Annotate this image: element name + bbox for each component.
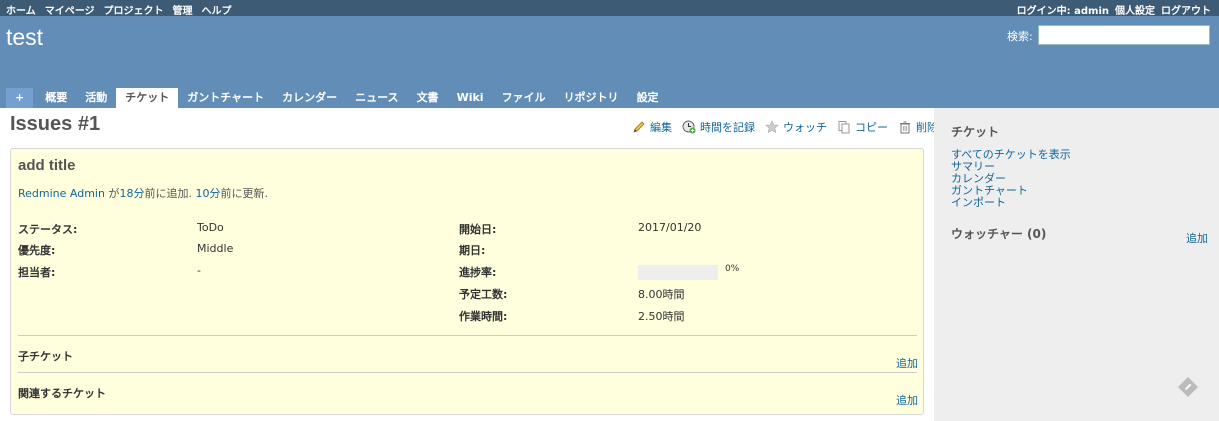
spent-time-link[interactable]: 2.50時間 (638, 308, 685, 324)
done-ratio-label: 進捗率: (459, 266, 497, 279)
tab-calendar[interactable]: カレンダー (273, 88, 346, 108)
contextual-actions: 編集 時間を記録 ウォッチ コピー 削除 (632, 119, 938, 135)
tab-issues[interactable]: チケット (116, 88, 179, 108)
assignee-label: 担当者: (18, 266, 56, 279)
top-menu-admin-link[interactable]: 管理 (173, 2, 193, 17)
estimated-hours-label: 予定工数: (459, 288, 508, 301)
tab-news[interactable]: ニュース (346, 88, 407, 108)
watch-label: ウォッチ (783, 121, 827, 134)
search-input[interactable] (1038, 25, 1210, 45)
pencil-icon (633, 121, 645, 133)
pencil-diamond-icon[interactable] (1177, 376, 1199, 398)
search-label: 検索: (1007, 30, 1033, 43)
trash-icon (900, 121, 910, 134)
status-label: ステータス: (18, 223, 78, 236)
copy-label: コピー (855, 121, 888, 134)
subtasks-title: 子チケット (18, 350, 73, 363)
due-date-label: 期日: (459, 244, 486, 257)
delete-button[interactable]: 削除 (898, 119, 938, 135)
status-value: ToDo (197, 221, 224, 234)
watchers-title: ウォッチャー (0) (951, 227, 1047, 241)
tab-repository[interactable]: リポジトリ (555, 88, 628, 108)
logout-link[interactable]: ログアウト (1161, 2, 1211, 17)
tab-overview[interactable]: 概要 (36, 88, 76, 108)
priority-value: Middle (197, 242, 234, 255)
log-time-label: 時間を記録 (700, 121, 755, 134)
top-menu: ホーム マイページ プロジェクト 管理 ヘルプ ログイン中: admin 個人設… (0, 0, 1219, 17)
star-icon (765, 120, 779, 134)
divider (18, 372, 917, 373)
divider (18, 335, 917, 336)
estimated-hours-value: 8.00時間 (638, 288, 685, 301)
logged-in-label: ログイン中: admin (1017, 2, 1109, 17)
top-menu-mypage-link[interactable]: マイページ (45, 2, 95, 17)
top-menu-home-link[interactable]: ホーム (6, 2, 36, 17)
updated-suffix: 前に更新. (220, 187, 268, 200)
tab-activity[interactable]: 活動 (76, 88, 116, 108)
sidebar-link-import[interactable]: インポート (951, 197, 1071, 209)
updated-ago-link[interactable]: 10分 (195, 187, 220, 200)
add-subtask-link[interactable]: 追加 (896, 355, 918, 371)
add-watcher-link[interactable]: 追加 (1186, 230, 1208, 246)
edit-label: 編集 (650, 121, 672, 134)
sidebar-issues-title: チケット (951, 125, 1000, 139)
log-time-button[interactable]: 時間を記録 (682, 119, 755, 135)
issue-details: add title Redmine Admin が18分前に追加. 10分前に更… (10, 148, 924, 415)
top-menu-projects-link[interactable]: プロジェクト (104, 2, 164, 17)
progress-bar (638, 265, 718, 280)
new-object-button[interactable]: + (6, 88, 34, 108)
top-menu-help-link[interactable]: ヘルプ (202, 2, 232, 17)
watch-button[interactable]: ウォッチ (765, 119, 827, 135)
project-title[interactable]: test (6, 24, 43, 51)
added-suffix: 前に追加. (144, 187, 192, 200)
tab-files[interactable]: ファイル (493, 88, 555, 108)
start-date-value: 2017/01/20 (638, 221, 702, 234)
clock-add-icon (682, 120, 696, 134)
tab-gantt[interactable]: ガントチャート (178, 88, 273, 108)
issue-author-line: Redmine Admin が18分前に追加. 10分前に更新. (18, 187, 268, 200)
add-relation-link[interactable]: 追加 (896, 392, 918, 408)
assignee-value: - (197, 264, 201, 277)
main-menu: + 概要 活動 チケット ガントチャート カレンダー ニュース 文書 Wiki … (6, 88, 668, 108)
issue-subject: add title (18, 157, 76, 174)
author-link[interactable]: Redmine Admin (18, 187, 105, 200)
header: test 検索: + 概要 活動 チケット ガントチャート カレンダー ニュース… (0, 16, 1219, 108)
start-date-label: 開始日: (459, 223, 497, 236)
priority-label: 優先度: (18, 244, 56, 257)
tab-wiki[interactable]: Wiki (448, 88, 493, 108)
copy-button[interactable]: コピー (837, 119, 888, 135)
page-title: Issues #1 (10, 113, 101, 135)
spent-time-label: 作業時間: (459, 310, 508, 323)
copy-icon (838, 121, 850, 134)
edit-button[interactable]: 編集 (632, 119, 672, 135)
added-ago-link[interactable]: 18分 (119, 187, 144, 200)
relations-title: 関連するチケット (18, 387, 106, 400)
my-account-link[interactable]: 個人設定 (1115, 2, 1155, 17)
sidebar-links: すべてのチケットを表示 サマリー カレンダー ガントチャート インポート (951, 149, 1071, 209)
progress-percent: 0% (725, 264, 740, 274)
tab-settings[interactable]: 設定 (628, 88, 668, 108)
sidebar: チケット すべてのチケットを表示 サマリー カレンダー ガントチャート インポー… (934, 108, 1219, 421)
tab-documents[interactable]: 文書 (408, 88, 448, 108)
